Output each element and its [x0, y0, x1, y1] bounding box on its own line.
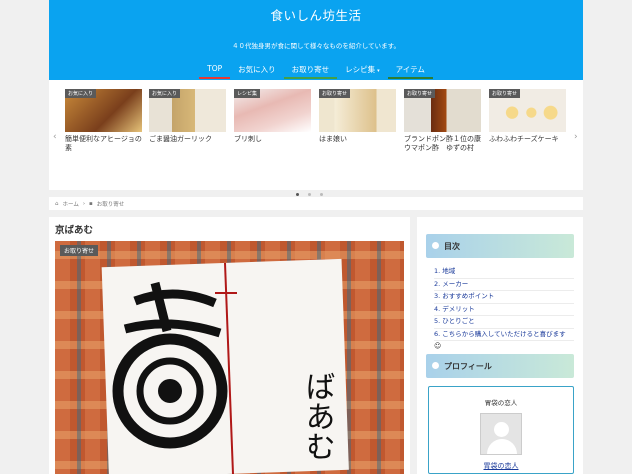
card-title: ブリ刺し	[234, 135, 262, 143]
card-thumbnail: お取り寄せ	[489, 89, 566, 132]
card-title: ごま醤油ガーリック	[149, 135, 212, 143]
carousel-card[interactable]: レシピ集 ブリ刺し	[234, 89, 311, 159]
smile-emoji-icon: ☺	[434, 342, 442, 350]
nav-label: お気に入り	[238, 65, 276, 74]
category-badge: レシピ集	[234, 89, 261, 98]
site-tagline: ４０代独身男が食に関して様々なものを紹介しています。	[232, 42, 400, 50]
toc-heading: 目次	[426, 234, 574, 258]
category-badge: お取り寄せ	[319, 89, 351, 98]
carousel-dot[interactable]	[320, 193, 323, 196]
nav-label: TOP	[207, 64, 223, 73]
category-badge: お取り寄せ	[404, 89, 436, 98]
breadcrumb: ⌂ ホーム › ▪ お取り寄せ	[49, 197, 583, 210]
toc-item[interactable]: 4. デメリット	[434, 304, 574, 316]
sidebar: 目次 1. 地域 2. メーカー 3. おすすめポイント 4. デメリット 5.…	[417, 217, 583, 474]
kyo-baumu-package-image: ばあむ	[55, 241, 404, 474]
bullet-icon	[432, 242, 439, 249]
breadcrumb-category[interactable]: お取り寄せ	[97, 200, 125, 208]
card-thumbnail: お取り寄せ	[319, 89, 396, 132]
carousel-card[interactable]: お気に入り ごま醤油ガーリック	[149, 89, 226, 159]
card-title: はま娘い	[319, 135, 347, 143]
table-of-contents: 1. 地域 2. メーカー 3. おすすめポイント 4. デメリット 5. ひと…	[434, 266, 574, 351]
card-title: ふわふわチーズケーキ	[489, 135, 559, 143]
nav-underline	[199, 77, 231, 79]
carousel-card[interactable]: お気に入り 簡単便利なアヒージョの素	[65, 89, 142, 159]
card-thumbnail: お気に入り	[149, 89, 226, 132]
card-title: ブランドポン酢１位の康ウマポン酢 ゆずの村	[404, 135, 481, 152]
toc-heading-label: 目次	[444, 242, 460, 251]
nav-underline	[283, 77, 338, 79]
folder-icon: ▪	[89, 200, 93, 207]
chevron-right-icon[interactable]: ›	[574, 132, 578, 142]
nav-item-favorites[interactable]: お気に入り	[230, 57, 284, 79]
home-icon: ⌂	[55, 200, 59, 207]
nav-label: お取り寄せ	[291, 65, 330, 74]
nav-item-top[interactable]: TOP	[199, 57, 231, 79]
nav-label: レシピ集	[345, 65, 376, 74]
carousel-dot[interactable]	[308, 193, 311, 196]
toc-item[interactable]: 5. ひとりごと	[434, 316, 574, 329]
nav-label: アイテム	[395, 65, 425, 74]
carousel-pagination	[296, 193, 323, 196]
carousel-card[interactable]: お取り寄せ はま娘い	[319, 89, 396, 159]
featured-carousel: ‹ › お気に入り 簡単便利なアヒージョの素 お気に入り ごま醤油ガーリック レ…	[49, 80, 583, 190]
toc-item[interactable]: 6. こちらから購入していただけると喜びます	[434, 329, 574, 341]
chevron-left-icon[interactable]: ‹	[53, 132, 57, 142]
card-thumbnail: お気に入り	[65, 89, 142, 132]
site-title[interactable]: 食いしん坊生活	[49, 5, 583, 24]
chevron-right-icon: ›	[82, 200, 86, 207]
bullet-icon	[432, 362, 439, 369]
breadcrumb-home[interactable]: ホーム	[63, 200, 79, 208]
card-title: 簡単便利なアヒージョの素	[65, 135, 142, 152]
category-badge: お取り寄せ	[489, 89, 521, 98]
carousel-card[interactable]: お取り寄せ ブランドポン酢１位の康ウマポン酢 ゆずの村	[404, 89, 481, 159]
profile-card: 胃袋の恋人 胃袋の恋人	[428, 386, 574, 474]
toc-item[interactable]: 3. おすすめポイント	[434, 291, 574, 304]
category-badge: お気に入り	[149, 89, 181, 98]
card-thumbnail: レシピ集	[234, 89, 311, 132]
main-content: 京ばあむ お取り寄せ ばあむ	[49, 217, 410, 474]
carousel-dot[interactable]	[296, 193, 299, 196]
card-thumbnail: お取り寄せ	[404, 89, 481, 132]
nav-item-items[interactable]: アイテム	[387, 57, 433, 79]
profile-link[interactable]: 胃袋の恋人	[429, 461, 573, 471]
profile-heading: プロフィール	[426, 354, 574, 378]
toc-item[interactable]: 1. 地域	[434, 266, 574, 279]
profile-name: 胃袋の恋人	[484, 399, 518, 407]
category-badge: お気に入り	[65, 89, 97, 98]
nav-item-recipes[interactable]: レシピ集 ▾	[337, 57, 388, 79]
page-title: 京ばあむ	[55, 225, 94, 236]
profile-heading-label: プロフィール	[444, 362, 492, 371]
avatar	[480, 413, 522, 455]
nav-item-otoriyose[interactable]: お取り寄せ	[283, 57, 338, 79]
package-lettering: ばあむ	[300, 371, 335, 461]
carousel-card[interactable]: お取り寄せ ふわふわチーズケーキ	[489, 89, 566, 159]
chevron-down-icon: ▾	[377, 68, 380, 74]
post-featured-image: お取り寄せ ばあむ	[55, 241, 404, 474]
global-nav: TOP お気に入り お取り寄せ レシピ集 ▾ アイテム	[49, 57, 583, 79]
nav-underline	[387, 77, 433, 79]
category-badge[interactable]: お取り寄せ	[60, 245, 99, 256]
toc-item[interactable]: 2. メーカー	[434, 279, 574, 291]
